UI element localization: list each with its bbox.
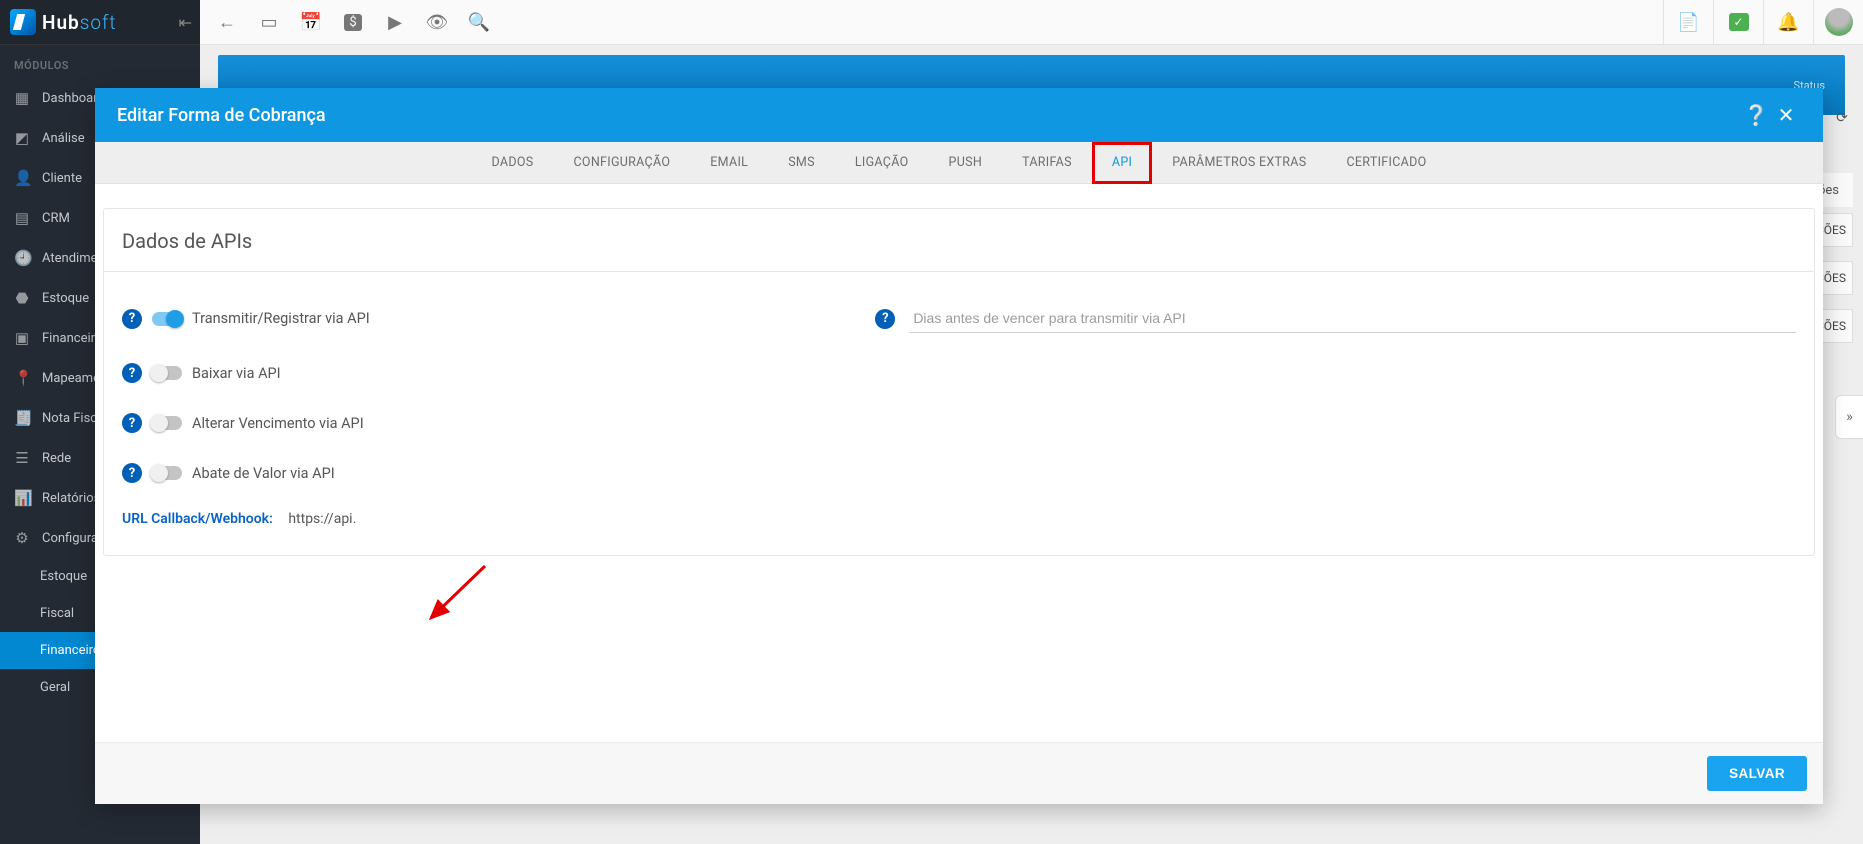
help-icon[interactable]: ? bbox=[122, 413, 142, 433]
toggle-row-abate: ? Abate de Valor via API bbox=[104, 457, 1814, 489]
tab-push[interactable]: PUSH bbox=[929, 142, 1003, 184]
url-callback-value: https://api. bbox=[288, 511, 356, 527]
toggle-label: Transmitir/Registrar via API bbox=[192, 310, 370, 327]
modal-help-icon[interactable]: ❔ bbox=[1741, 103, 1771, 127]
modal-body: Dados de APIs ? Transmitir/Registrar via… bbox=[95, 184, 1823, 742]
toggle-row-alterar: ? Alterar Vencimento via API bbox=[104, 407, 1814, 439]
toggle-baixar[interactable] bbox=[152, 366, 182, 380]
modal-footer: SALVAR bbox=[95, 742, 1823, 804]
search-icon[interactable]: 🔍 bbox=[458, 0, 500, 45]
dias-input[interactable] bbox=[909, 304, 1796, 333]
sidebar-item-icon: 🧾 bbox=[14, 409, 30, 427]
sidebar-subitem-label: Fiscal bbox=[40, 606, 74, 621]
sidebar-item-label: Cliente bbox=[42, 171, 82, 186]
avatar-icon bbox=[1825, 8, 1853, 36]
panel-title: Dados de APIs bbox=[104, 209, 1814, 272]
toggle-alterar[interactable] bbox=[152, 416, 182, 430]
sidebar-subitem-label: Financeiro bbox=[40, 643, 100, 658]
brand-text: Hubsoft bbox=[42, 11, 116, 34]
status-ok-icon[interactable]: ✓ bbox=[1713, 0, 1763, 45]
modal-title: Editar Forma de Cobrança bbox=[117, 105, 326, 126]
tab-api[interactable]: API bbox=[1092, 142, 1152, 184]
tab-email[interactable]: EMAIL bbox=[690, 142, 768, 184]
sidebar-subitem-label: Estoque bbox=[40, 569, 87, 584]
sidebar-item-icon: 📊 bbox=[14, 489, 30, 507]
sidebar-item-label: Relatórios bbox=[42, 491, 100, 506]
help-icon[interactable]: ? bbox=[122, 363, 142, 383]
tab-ligação[interactable]: LIGAÇÃO bbox=[835, 142, 929, 184]
calendar-icon[interactable]: 📅 bbox=[290, 0, 332, 45]
sidebar-item-label: Estoque bbox=[42, 291, 89, 306]
sidebar-item-icon: ▦ bbox=[14, 89, 30, 107]
help-icon[interactable]: ? bbox=[122, 463, 142, 483]
brand-logo: Hubsoft ⇤ bbox=[0, 0, 200, 45]
topbar: ← ▭ 📅 $ ▶ 👁 🔍 📄 ✓ 🔔 bbox=[200, 0, 1863, 45]
sidebar-item-icon: ◩ bbox=[14, 129, 30, 147]
url-callback-line: URL Callback/Webhook: https://api. bbox=[104, 507, 1814, 531]
sidebar-item-icon: 📍 bbox=[14, 369, 30, 387]
tab-configuração[interactable]: CONFIGURAÇÃO bbox=[553, 142, 690, 184]
sidebar-item-icon: ☰ bbox=[14, 449, 30, 467]
toggle-row-baixar: ? Baixar via API bbox=[104, 357, 1814, 389]
brand-mark-icon bbox=[10, 9, 36, 35]
user-card-icon[interactable]: ▭ bbox=[248, 0, 290, 45]
tab-sms[interactable]: SMS bbox=[768, 142, 835, 184]
notifications-icon[interactable]: 🔔 bbox=[1763, 0, 1813, 45]
save-button[interactable]: SALVAR bbox=[1707, 756, 1807, 791]
sidebar-collapse-icon[interactable]: ⇤ bbox=[179, 13, 192, 32]
brand-text-secondary: soft bbox=[80, 11, 117, 34]
sidebar-item-label: Financeiro bbox=[42, 331, 102, 346]
sidebar-item-label: CRM bbox=[42, 211, 70, 226]
help-icon[interactable]: ? bbox=[875, 309, 895, 329]
toggle-label: Baixar via API bbox=[192, 365, 281, 382]
modal-card: Editar Forma de Cobrança ❔ ✕ DADOSCONFIG… bbox=[95, 88, 1823, 804]
expand-side-panel-icon[interactable]: » bbox=[1835, 395, 1863, 439]
toggle-label: Abate de Valor via API bbox=[192, 465, 335, 482]
sidebar-subitem-label: Geral bbox=[40, 680, 70, 695]
sidebar-item-label: Rede bbox=[42, 451, 71, 466]
help-icon[interactable]: ? bbox=[122, 309, 142, 329]
modal: Editar Forma de Cobrança ❔ ✕ DADOSCONFIG… bbox=[95, 88, 1823, 804]
terminal-icon[interactable]: ▶ bbox=[374, 0, 416, 45]
back-icon[interactable]: ← bbox=[206, 0, 248, 45]
tab-certificado[interactable]: CERTIFICADO bbox=[1326, 142, 1446, 184]
annotation-arrow-icon bbox=[425, 566, 495, 626]
toggle-label: Alterar Vencimento via API bbox=[192, 415, 364, 432]
sidebar-item-icon: ▤ bbox=[14, 209, 30, 227]
sidebar-item-label: Análise bbox=[42, 131, 85, 146]
modal-close-icon[interactable]: ✕ bbox=[1771, 103, 1801, 127]
toggle-row-transmitir: ? Transmitir/Registrar via API ? bbox=[104, 298, 1814, 339]
api-panel: Dados de APIs ? Transmitir/Registrar via… bbox=[103, 208, 1815, 556]
sidebar-item-icon: ▣ bbox=[14, 329, 30, 347]
url-callback-label: URL Callback/Webhook: bbox=[122, 511, 273, 527]
toggle-abate[interactable] bbox=[152, 466, 182, 480]
eye-icon[interactable]: 👁 bbox=[416, 0, 458, 45]
modal-header: Editar Forma de Cobrança ❔ ✕ bbox=[95, 88, 1823, 142]
sidebar-section-header: MÓDULOS bbox=[0, 45, 200, 78]
sidebar-item-icon: ⬣ bbox=[14, 289, 30, 307]
tab-tarifas[interactable]: TARIFAS bbox=[1002, 142, 1092, 184]
tab-dados[interactable]: DADOS bbox=[472, 142, 554, 184]
refresh-icon[interactable]: ⟳ bbox=[1827, 103, 1857, 133]
tab-parâmetros-extras[interactable]: PARÂMETROS EXTRAS bbox=[1152, 142, 1326, 184]
modal-tabs: DADOSCONFIGURAÇÃOEMAILSMSLIGAÇÃOPUSHTARI… bbox=[95, 142, 1823, 184]
avatar-menu[interactable] bbox=[1813, 0, 1863, 45]
sidebar-item-icon: 👤 bbox=[14, 169, 30, 187]
brand-text-primary: Hub bbox=[42, 11, 80, 34]
sidebar-item-icon: ⚙ bbox=[14, 529, 30, 547]
money-icon[interactable]: $ bbox=[332, 0, 374, 45]
toggle-transmitir[interactable] bbox=[152, 312, 182, 326]
pdf-icon[interactable]: 📄 bbox=[1663, 0, 1713, 45]
sidebar-item-icon: 🕘 bbox=[14, 249, 30, 267]
